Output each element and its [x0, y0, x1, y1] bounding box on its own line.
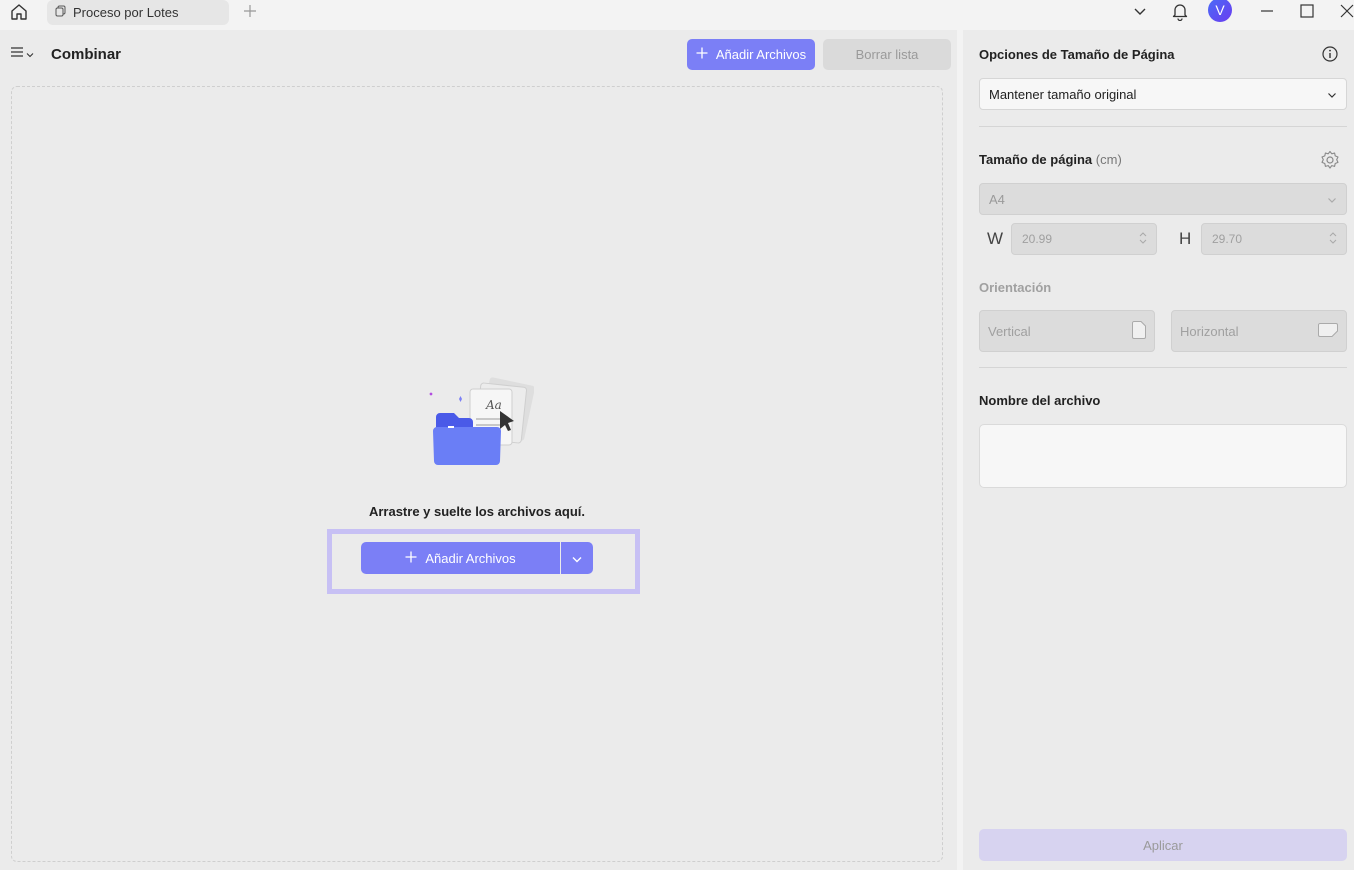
stepper-icon[interactable] — [1139, 231, 1147, 248]
drop-instructions: Arrastre y suelte los archivos aquí. — [368, 504, 586, 519]
add-files-main-button[interactable]: Añadir Archivos — [361, 542, 560, 574]
divider — [979, 126, 1347, 127]
gear-icon[interactable] — [1320, 150, 1340, 173]
add-files-label: Añadir Archivos — [715, 47, 807, 62]
paper-size-value: A4 — [989, 191, 1005, 207]
width-label: W — [987, 229, 1004, 248]
orientation-title: Orientación — [979, 280, 1052, 295]
vertical-orientation-button[interactable]: Vertical — [979, 310, 1155, 352]
tab-batch-process[interactable]: Proceso por Lotes — [47, 0, 229, 25]
height-label: H — [1179, 229, 1192, 248]
merge-pane: Combinar Añadir Archivos Borrar lista Aa… — [0, 30, 957, 870]
clear-list-button[interactable]: Borrar lista — [823, 39, 951, 70]
height-field[interactable]: 29.70 — [1201, 223, 1347, 255]
chevron-down-icon — [572, 551, 582, 566]
horizontal-label: Horizontal — [1180, 323, 1239, 339]
page-size-unit: (cm) — [1095, 152, 1122, 167]
size-mode-value: Mantener tamaño original — [989, 86, 1137, 102]
add-files-button[interactable]: Añadir Archivos — [687, 39, 815, 70]
width-value: 20.99 — [1022, 232, 1053, 246]
page-title: Combinar — [51, 46, 122, 63]
minimize-icon[interactable] — [1257, 0, 1277, 22]
chevron-down-icon — [1327, 192, 1337, 207]
bell-icon[interactable] — [1170, 0, 1190, 22]
hamburger-icon — [11, 46, 23, 61]
portrait-page-icon — [1131, 320, 1147, 343]
page-size-title: Tamaño de página (cm) — [979, 152, 1122, 167]
size-mode-select[interactable]: Mantener tamaño original — [979, 78, 1347, 110]
landscape-page-icon — [1317, 322, 1339, 341]
add-files-dropdown-button[interactable] — [561, 542, 593, 574]
maximize-icon[interactable] — [1297, 0, 1317, 22]
width-field[interactable]: 20.99 — [1011, 223, 1157, 255]
plus-icon — [405, 551, 417, 566]
batch-icon — [55, 5, 67, 20]
folder-illustration-icon: Aa — [422, 375, 535, 475]
stepper-icon[interactable] — [1329, 231, 1337, 248]
plus-icon — [696, 47, 708, 62]
file-name-input[interactable] — [979, 424, 1347, 488]
horizontal-orientation-button[interactable]: Horizontal — [1171, 310, 1347, 352]
svg-text:Aa: Aa — [485, 398, 502, 412]
vertical-label: Vertical — [988, 323, 1031, 339]
options-pane: Opciones de Tamaño de Página Mantener ta… — [963, 30, 1354, 870]
file-name-title: Nombre del archivo — [979, 393, 1101, 408]
chevron-down-icon — [1327, 87, 1337, 102]
add-files-main-label: Añadir Archivos — [425, 550, 516, 566]
apply-button[interactable]: Aplicar — [979, 829, 1347, 861]
tab-label: Proceso por Lotes — [73, 5, 179, 20]
title-bar: Proceso por Lotes V — [0, 0, 1354, 30]
menu-button[interactable] — [11, 46, 34, 61]
paper-size-select[interactable]: A4 — [979, 183, 1347, 215]
chevron-down-icon[interactable] — [1130, 0, 1150, 22]
page-size-options-title: Opciones de Tamaño de Página — [979, 47, 1175, 62]
home-icon[interactable] — [7, 1, 31, 23]
chevron-down-icon — [26, 46, 34, 61]
info-icon[interactable] — [1322, 46, 1338, 65]
page-size-title-text: Tamaño de página — [979, 152, 1093, 167]
close-icon[interactable] — [1337, 0, 1354, 22]
height-value: 29.70 — [1212, 232, 1243, 246]
new-tab-icon[interactable] — [240, 1, 260, 21]
divider — [979, 367, 1347, 368]
avatar[interactable]: V — [1208, 0, 1232, 22]
